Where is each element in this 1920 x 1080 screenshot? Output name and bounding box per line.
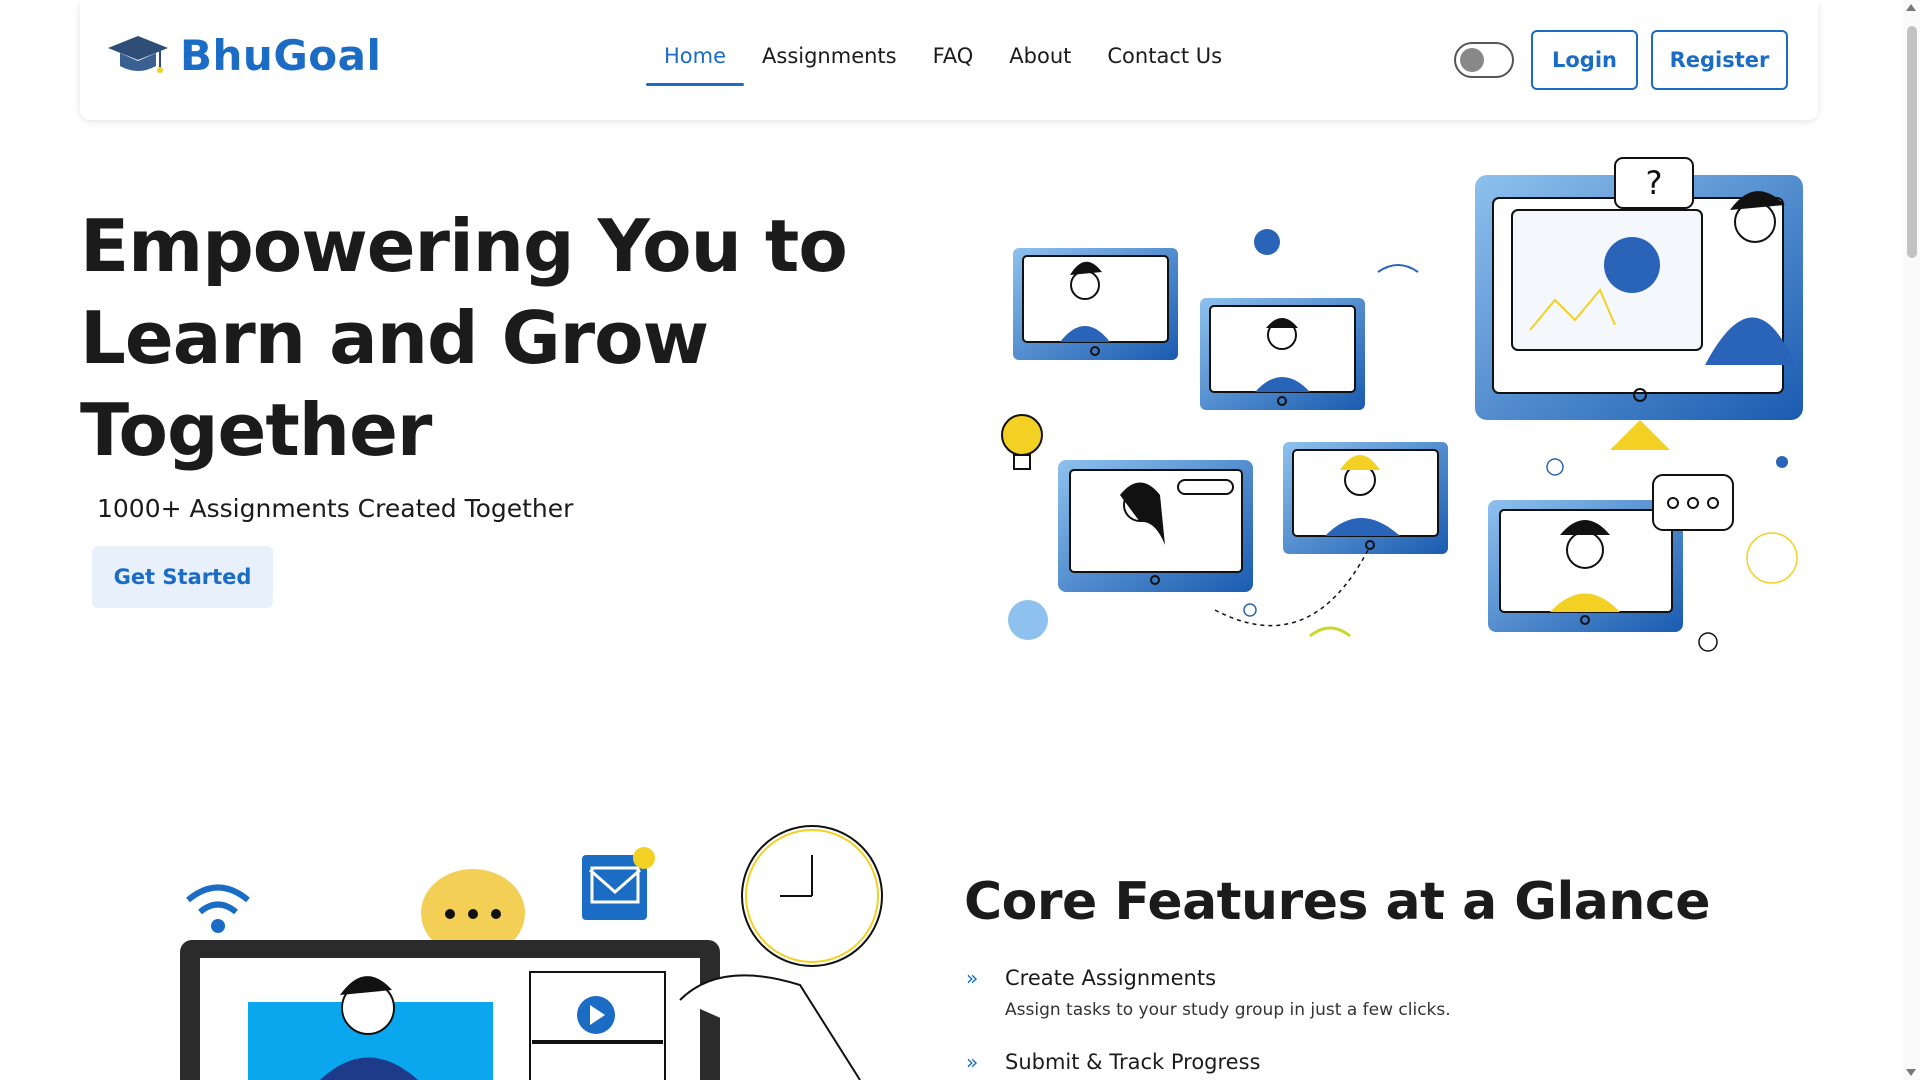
scrollbar-thumb[interactable]: [1907, 26, 1917, 258]
feature-title: Create Assignments: [1005, 966, 1217, 990]
nav-assignments[interactable]: Assignments: [744, 36, 915, 86]
nav-about[interactable]: About: [991, 36, 1089, 86]
nav-home[interactable]: Home: [646, 36, 745, 86]
hero-subtitle: 1000+ Assignments Created Together: [97, 494, 574, 523]
feature-title: Submit & Track Progress: [1005, 1050, 1261, 1074]
page-scrollbar[interactable]: [1903, 0, 1920, 1080]
hero-title: Empowering You to Learn and Grow Togethe…: [80, 204, 848, 472]
get-started-button[interactable]: Get Started: [92, 546, 273, 608]
features-illustration: [180, 825, 883, 1080]
nav-faq[interactable]: FAQ: [915, 36, 992, 86]
theme-toggle[interactable]: [1454, 42, 1514, 78]
features-title: Core Features at a Glance: [964, 872, 1710, 932]
scroll-down-arrow-icon[interactable]: [1906, 1069, 1916, 1076]
svg-text:?: ?: [1646, 164, 1663, 202]
brand-logo[interactable]: BhuGoal: [106, 30, 381, 80]
site-header: BhuGoal Home Assignments FAQ About Conta…: [80, 0, 1818, 120]
toggle-knob: [1460, 48, 1484, 72]
brand-name: BhuGoal: [180, 30, 382, 80]
login-button[interactable]: Login: [1531, 30, 1638, 90]
graduation-cap-icon: [108, 36, 168, 73]
feature-description: Assign tasks to your study group in just…: [1005, 1000, 1451, 1020]
register-button[interactable]: Register: [1651, 30, 1788, 90]
scroll-up-arrow-icon[interactable]: [1906, 4, 1916, 11]
double-chevron-right-icon: »: [966, 1050, 979, 1074]
double-chevron-right-icon: »: [966, 966, 979, 990]
nav-contact-us[interactable]: Contact Us: [1089, 36, 1240, 86]
hero-illustration: ?: [1001, 157, 1803, 652]
main-nav: Home Assignments FAQ About Contact Us: [646, 36, 1240, 86]
